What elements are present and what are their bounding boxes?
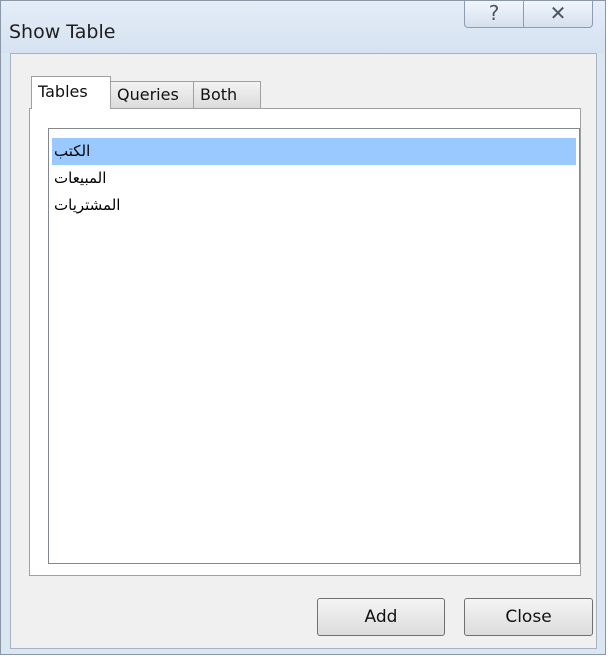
help-icon: ? [488, 1, 500, 25]
window-close-button[interactable]: ✕ [523, 1, 593, 28]
list-item-label: المشتريات [54, 196, 121, 214]
tab-panel: الكتب المبيعات المشتريات [29, 108, 581, 576]
tab-tables[interactable]: Tables [31, 76, 111, 109]
show-table-dialog: Show Table ? ✕ Tables Queries Both الكتب… [0, 0, 606, 655]
close-button[interactable]: Close [464, 598, 593, 636]
add-button[interactable]: Add [317, 598, 445, 636]
list-item[interactable]: المشتريات [52, 192, 576, 219]
help-button[interactable]: ? [464, 1, 524, 28]
list-item-label: الكتب [54, 142, 91, 160]
table-list[interactable]: الكتب المبيعات المشتريات [48, 128, 580, 564]
tab-queries[interactable]: Queries [110, 81, 194, 108]
close-icon: ✕ [549, 1, 567, 25]
list-item[interactable]: الكتب [52, 138, 576, 165]
dialog-body: Tables Queries Both الكتب المبيعات المشت… [10, 53, 597, 649]
title-bar[interactable]: Show Table ? ✕ [1, 1, 605, 53]
dialog-title: Show Table [9, 21, 116, 43]
list-item[interactable]: المبيعات [52, 165, 576, 192]
tab-both[interactable]: Both [193, 81, 261, 108]
list-item-label: المبيعات [54, 169, 107, 187]
